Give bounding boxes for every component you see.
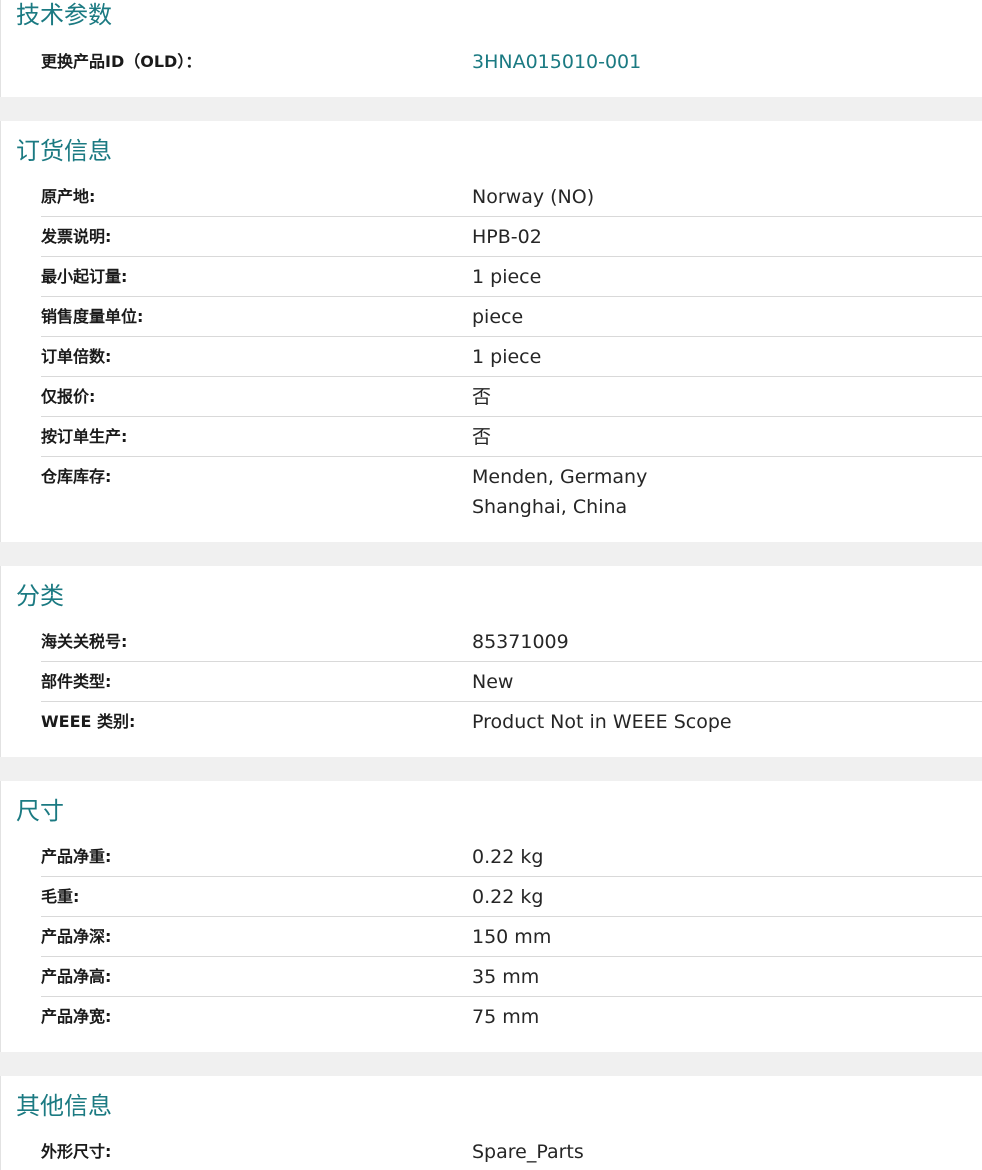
net-width-label: 产品净宽: (41, 1007, 112, 1026)
part-type-value: New (472, 671, 514, 693)
minimum-order-quantity-value: 1 piece (472, 266, 542, 288)
dimensions-row-net-weight: 产品净重: 0.22 kg (41, 837, 982, 877)
made-to-order-value: 否 (472, 426, 492, 448)
net-height-label: 产品净高: (41, 967, 112, 986)
classification-row-part-type: 部件类型: New (41, 662, 982, 702)
net-width-value: 75 mm (472, 1006, 540, 1028)
order-row-order-multiple: 订单倍数: 1 piece (41, 337, 982, 377)
quote-only-label: 仅报价: (41, 387, 96, 406)
weee-category-label: WEEE 类别: (41, 712, 136, 731)
dimensions-row-gross-weight: 毛重: 0.22 kg (41, 877, 982, 917)
other-info-title: 其他信息 (16, 1092, 112, 1120)
net-weight-value: 0.22 kg (472, 846, 544, 868)
dimensions-row-net-width: 产品净宽: 75 mm (41, 997, 982, 1037)
country-of-origin-label: 原产地: (41, 187, 96, 206)
order-row-minimum-order-quantity: 最小起订量: 1 piece (41, 257, 982, 297)
other-row-form-factor: 外形尺寸: Spare_Parts (41, 1132, 982, 1170)
dimensions-title: 尺寸 (16, 797, 64, 825)
order-row-warehouse-stock: 仓库库存: Menden, Germany Shanghai, China (41, 457, 982, 527)
quote-only-value: 否 (472, 386, 492, 408)
classification-row-weee-category: WEEE 类别: Product Not in WEEE Scope (41, 702, 982, 742)
made-to-order-label: 按订单生产: (41, 427, 128, 446)
spec-row-replacement-id: 更换产品ID（OLD）： 3HNA015010-001 (41, 42, 982, 82)
classification-row-customs-tariff: 海关关税号: 85371009 (41, 622, 982, 662)
order-row-quote-only: 仅报价: 否 (41, 377, 982, 417)
warehouse-location-2: Shanghai, China (472, 496, 628, 518)
replacement-id-link[interactable]: 3HNA015010-001 (472, 50, 641, 74)
form-factor-label: 外形尺寸: (41, 1142, 112, 1161)
net-weight-label: 产品净重: (41, 847, 112, 866)
technical-parameters-title: 技术参数 (16, 1, 112, 29)
technical-parameters-section: 技术参数 更换产品ID（OLD）： 3HNA015010-001 (0, 0, 982, 97)
replacement-id-label: 更换产品ID（OLD）： (41, 52, 202, 71)
order-row-country-of-origin: 原产地: Norway (NO) (41, 177, 982, 217)
ordering-info-section: 订货信息 原产地: Norway (NO) 发票说明: HPB-02 最小起订量… (0, 121, 982, 542)
warehouse-stock-label: 仓库库存: (41, 467, 112, 486)
gross-weight-label: 毛重: (41, 887, 80, 906)
dimensions-section: 尺寸 产品净重: 0.22 kg 毛重: 0.22 kg 产品净深: 150 m… (0, 781, 982, 1052)
country-of-origin-value: Norway (NO) (472, 186, 595, 208)
net-depth-label: 产品净深: (41, 927, 112, 946)
sales-unit-value: piece (472, 306, 524, 328)
dimensions-row-net-height: 产品净高: 35 mm (41, 957, 982, 997)
minimum-order-quantity-label: 最小起订量: (41, 267, 128, 286)
warehouse-location-1: Menden, Germany (472, 466, 648, 488)
order-row-made-to-order: 按订单生产: 否 (41, 417, 982, 457)
product-details-page: 技术参数 更换产品ID（OLD）： 3HNA015010-001 订货信息 原产… (0, 0, 982, 1170)
classification-section: 分类 海关关税号: 85371009 部件类型: New WEEE 类别: Pr… (0, 566, 982, 757)
form-factor-value: Spare_Parts (472, 1141, 584, 1163)
sales-unit-label: 销售度量单位: (41, 307, 144, 326)
order-row-invoice-description: 发票说明: HPB-02 (41, 217, 982, 257)
part-type-label: 部件类型: (41, 672, 112, 691)
dimensions-row-net-depth: 产品净深: 150 mm (41, 917, 982, 957)
invoice-description-value: HPB-02 (472, 226, 542, 248)
order-multiple-value: 1 piece (472, 346, 542, 368)
classification-title: 分类 (16, 582, 64, 610)
weee-category-value: Product Not in WEEE Scope (472, 711, 732, 733)
order-row-sales-unit: 销售度量单位: piece (41, 297, 982, 337)
net-depth-value: 150 mm (472, 926, 552, 948)
ordering-info-title: 订货信息 (16, 137, 112, 165)
net-height-value: 35 mm (472, 966, 540, 988)
order-multiple-label: 订单倍数: (41, 347, 112, 366)
warehouse-stock-value: Menden, Germany Shanghai, China (472, 465, 647, 519)
customs-tariff-label: 海关关税号: (41, 632, 128, 651)
gross-weight-value: 0.22 kg (472, 886, 544, 908)
other-info-section: 其他信息 外形尺寸: Spare_Parts (0, 1076, 982, 1170)
customs-tariff-value: 85371009 (472, 631, 569, 653)
invoice-description-label: 发票说明: (41, 227, 112, 246)
